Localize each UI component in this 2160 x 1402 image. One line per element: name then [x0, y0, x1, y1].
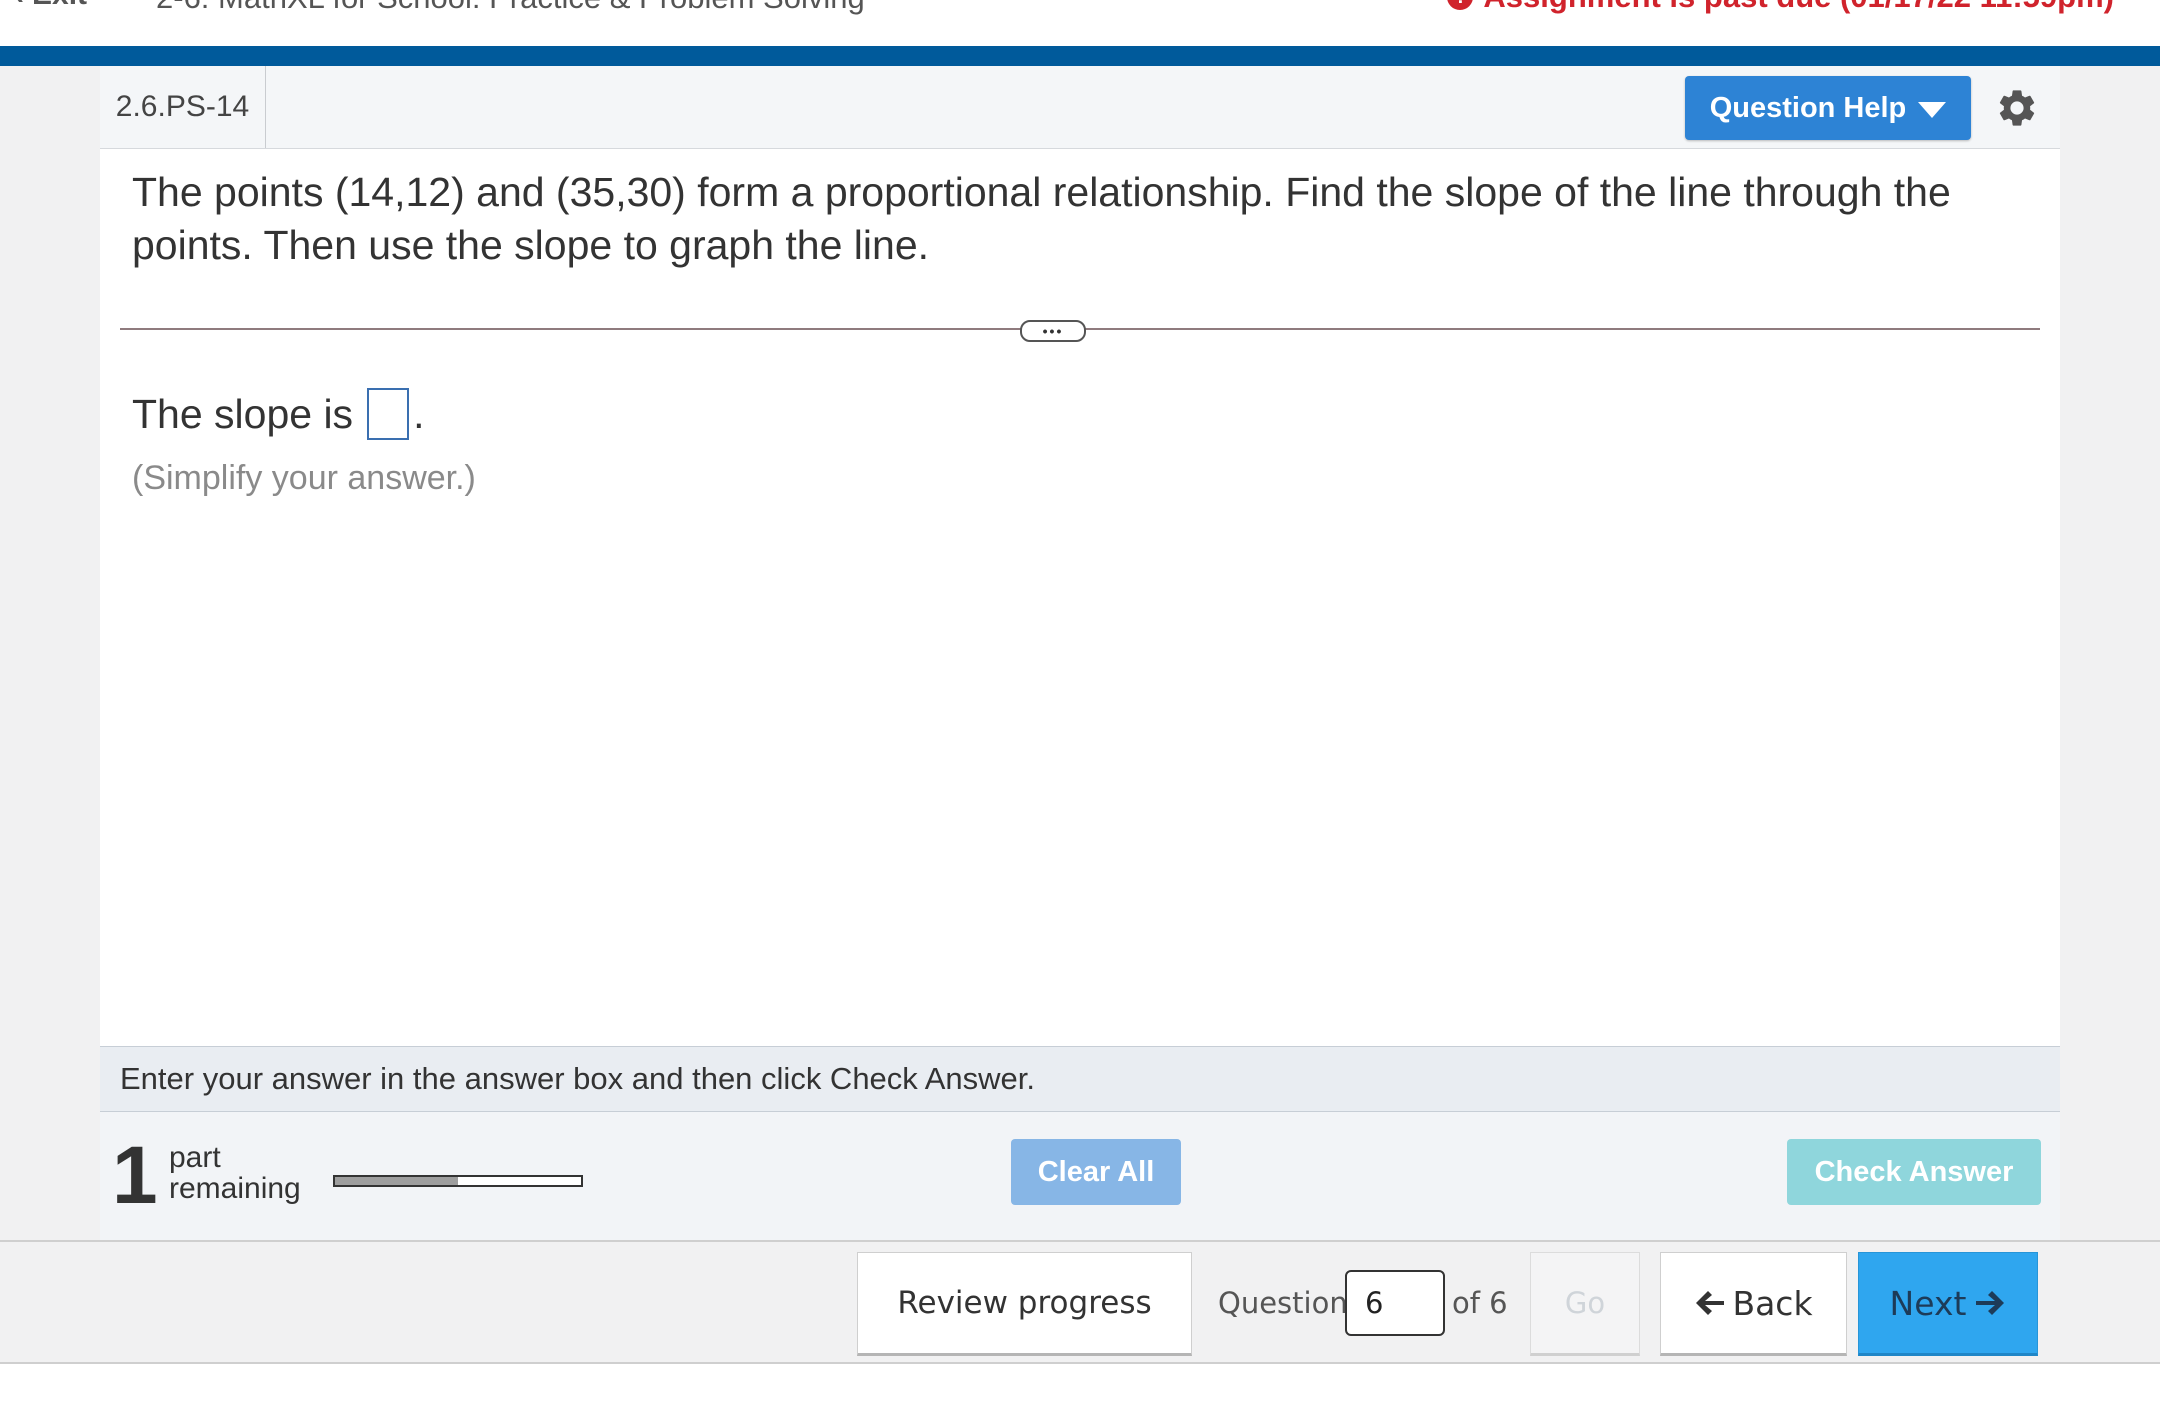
slope-label: The slope is: [132, 390, 354, 437]
past-due-text: Assignment is past due (01/17/22 11:59pm…: [1483, 0, 2114, 15]
exit-label: Exit: [32, 0, 87, 12]
review-progress-button[interactable]: Review progress: [857, 1252, 1192, 1356]
clear-all-button[interactable]: Clear All: [1011, 1139, 1181, 1205]
arrow-right-icon: [1976, 1291, 2005, 1315]
answer-row: The slope is .: [132, 388, 424, 440]
question-number-label: Question: [1218, 1286, 1348, 1320]
past-due-notice: ! Assignment is past due (01/17/22 11:59…: [1447, 0, 2114, 15]
header-accent-stripe: [0, 46, 2160, 66]
exit-link[interactable]: ‹ Exit: [14, 0, 87, 12]
back-button[interactable]: Back: [1660, 1252, 1847, 1356]
instruction-text: Enter your answer in the answer box and …: [120, 1061, 1035, 1096]
parts-progress-fill: [335, 1177, 458, 1185]
question-total: of 6: [1452, 1286, 1508, 1320]
question-help-button[interactable]: Question Help: [1685, 76, 1971, 140]
check-answer-button[interactable]: Check Answer: [1787, 1139, 2041, 1205]
parts-remaining-label: part remaining: [169, 1142, 301, 1204]
expand-handle[interactable]: •••: [1020, 320, 1086, 342]
top-bar: ‹ Exit 2-6: MathXL for School: Practice …: [0, 0, 2160, 46]
bottom-navigation: Review progress Question of 6 Go Back Ne…: [0, 1240, 2160, 1364]
assignment-title: 2-6: MathXL for School: Practice & Probl…: [156, 0, 865, 16]
question-panel: 2.6.PS-14 Question Help The points (14,1…: [100, 66, 2060, 1240]
parts-progress-bar: [333, 1175, 583, 1187]
go-button[interactable]: Go: [1530, 1252, 1640, 1356]
answer-suffix: .: [413, 390, 425, 437]
parts-label-line1: part: [169, 1141, 221, 1174]
next-label: Next: [1889, 1283, 1967, 1323]
caret-down-icon: [1918, 102, 1947, 118]
question-prompt: The points (14,12) and (35,30) form a pr…: [132, 169, 1951, 268]
back-label: Back: [1732, 1283, 1813, 1323]
next-button[interactable]: Next: [1858, 1252, 2038, 1356]
question-header: 2.6.PS-14 Question Help: [100, 66, 2060, 149]
parts-remaining-count: 1: [112, 1130, 158, 1221]
alert-circle-icon: !: [1447, 0, 1474, 10]
instruction-bar: Enter your answer in the answer box and …: [100, 1046, 2060, 1112]
arrow-left-icon: [1696, 1291, 1725, 1315]
answer-hint: (Simplify your answer.): [132, 459, 476, 497]
slope-answer-input[interactable]: [367, 388, 410, 440]
question-footer: 1 part remaining Clear All Check Answer: [100, 1112, 2060, 1240]
gear-icon[interactable]: [1995, 86, 2039, 130]
question-help-label: Question Help: [1709, 91, 1907, 124]
question-id: 2.6.PS-14: [100, 66, 266, 148]
chevron-left-icon: ‹: [14, 0, 24, 12]
question-number-input[interactable]: [1345, 1270, 1445, 1336]
parts-label-line2: remaining: [169, 1172, 301, 1205]
